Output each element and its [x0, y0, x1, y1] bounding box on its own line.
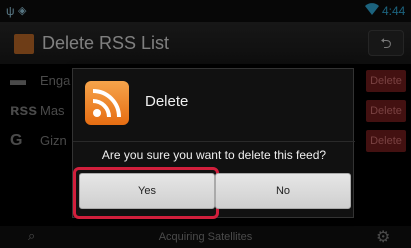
yes-button[interactable]: Yes: [79, 173, 215, 209]
no-button[interactable]: No: [215, 173, 351, 209]
delete-dialog: Delete Are you sure you want to delete t…: [72, 68, 355, 219]
dialog-title: Delete: [145, 93, 189, 110]
dialog-message: Are you sure you want to delete this fee…: [101, 148, 327, 162]
rss-icon: [85, 81, 129, 125]
divider: [73, 141, 355, 142]
